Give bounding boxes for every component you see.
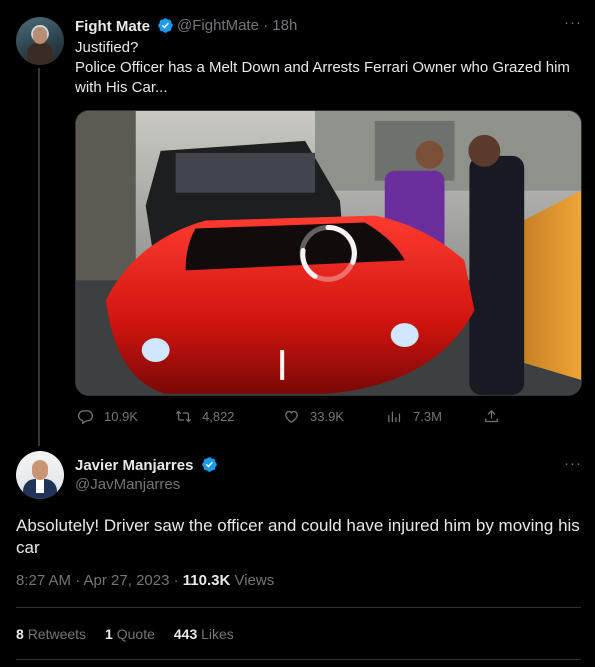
retweet-action[interactable]: 4,822 xyxy=(175,408,235,425)
analytics-icon xyxy=(388,411,401,423)
reply-stats: 8 Retweets 1 Quote 443 Likes xyxy=(16,626,234,642)
reply-author[interactable]: Javier Manjarres xyxy=(75,456,218,474)
like-count: 33.9K xyxy=(310,409,344,424)
javier-avatar[interactable] xyxy=(16,451,64,499)
divider xyxy=(16,607,581,608)
retweets-stat[interactable]: 8 Retweets xyxy=(16,626,86,642)
fightmate-avatar[interactable] xyxy=(16,17,64,65)
views-action[interactable]: 7.3M xyxy=(386,408,442,425)
original-tweet-time[interactable]: 18h xyxy=(272,17,297,34)
reply-meta: 8:27 AM · Apr 27, 2023 · 110.3K Views xyxy=(16,572,274,589)
original-author-name[interactable]: Fight Mate xyxy=(75,18,150,35)
verified-badge-icon xyxy=(201,457,217,472)
views-count: 7.3M xyxy=(413,409,442,424)
meta-separator: · xyxy=(263,17,269,34)
retweet-icon xyxy=(175,410,192,423)
video-frame xyxy=(76,111,581,395)
more-options-icon[interactable]: ··· xyxy=(564,14,582,31)
verified-badge-icon xyxy=(158,18,173,33)
reply-author-handle[interactable]: @JavManjarres xyxy=(75,476,180,493)
reply-timestamp[interactable]: 8:27 AM · Apr 27, 2023 · xyxy=(16,572,183,589)
reply-author-name[interactable]: Javier Manjarres xyxy=(75,457,193,474)
divider xyxy=(16,659,581,660)
like-action[interactable]: 33.9K xyxy=(283,408,344,425)
tweet-video[interactable] xyxy=(75,110,582,396)
original-author-meta: @FightMate · 18h xyxy=(177,17,297,34)
tweet-text-line-1: Justified? xyxy=(75,39,139,56)
reply-icon xyxy=(77,410,94,425)
original-author[interactable]: Fight Mate xyxy=(75,17,174,35)
reply-views-count: 110.3K xyxy=(182,572,231,589)
retweet-count: 4,822 xyxy=(202,409,235,424)
reply-count: 10.9K xyxy=(104,409,138,424)
reply-text: Absolutely! Driver saw the officer and c… xyxy=(16,516,580,557)
original-author-handle[interactable]: @FightMate xyxy=(177,17,259,34)
heart-icon xyxy=(285,410,298,423)
reply-more-options-icon[interactable]: ··· xyxy=(564,455,582,472)
share-icon xyxy=(485,409,498,423)
reply-views-label: Views xyxy=(230,572,275,589)
thread-connector xyxy=(38,68,40,446)
original-tweet-text: Justified? Police Officer has a Melt Dow… xyxy=(75,38,585,98)
quotes-stat[interactable]: 1 Quote xyxy=(105,626,155,642)
share-action[interactable] xyxy=(483,408,510,425)
likes-stat[interactable]: 443 Likes xyxy=(174,626,234,642)
tweet-text-line-2: Police Officer has a Melt Down and Arres… xyxy=(75,59,570,96)
reply-action[interactable]: 10.9K xyxy=(77,408,138,425)
